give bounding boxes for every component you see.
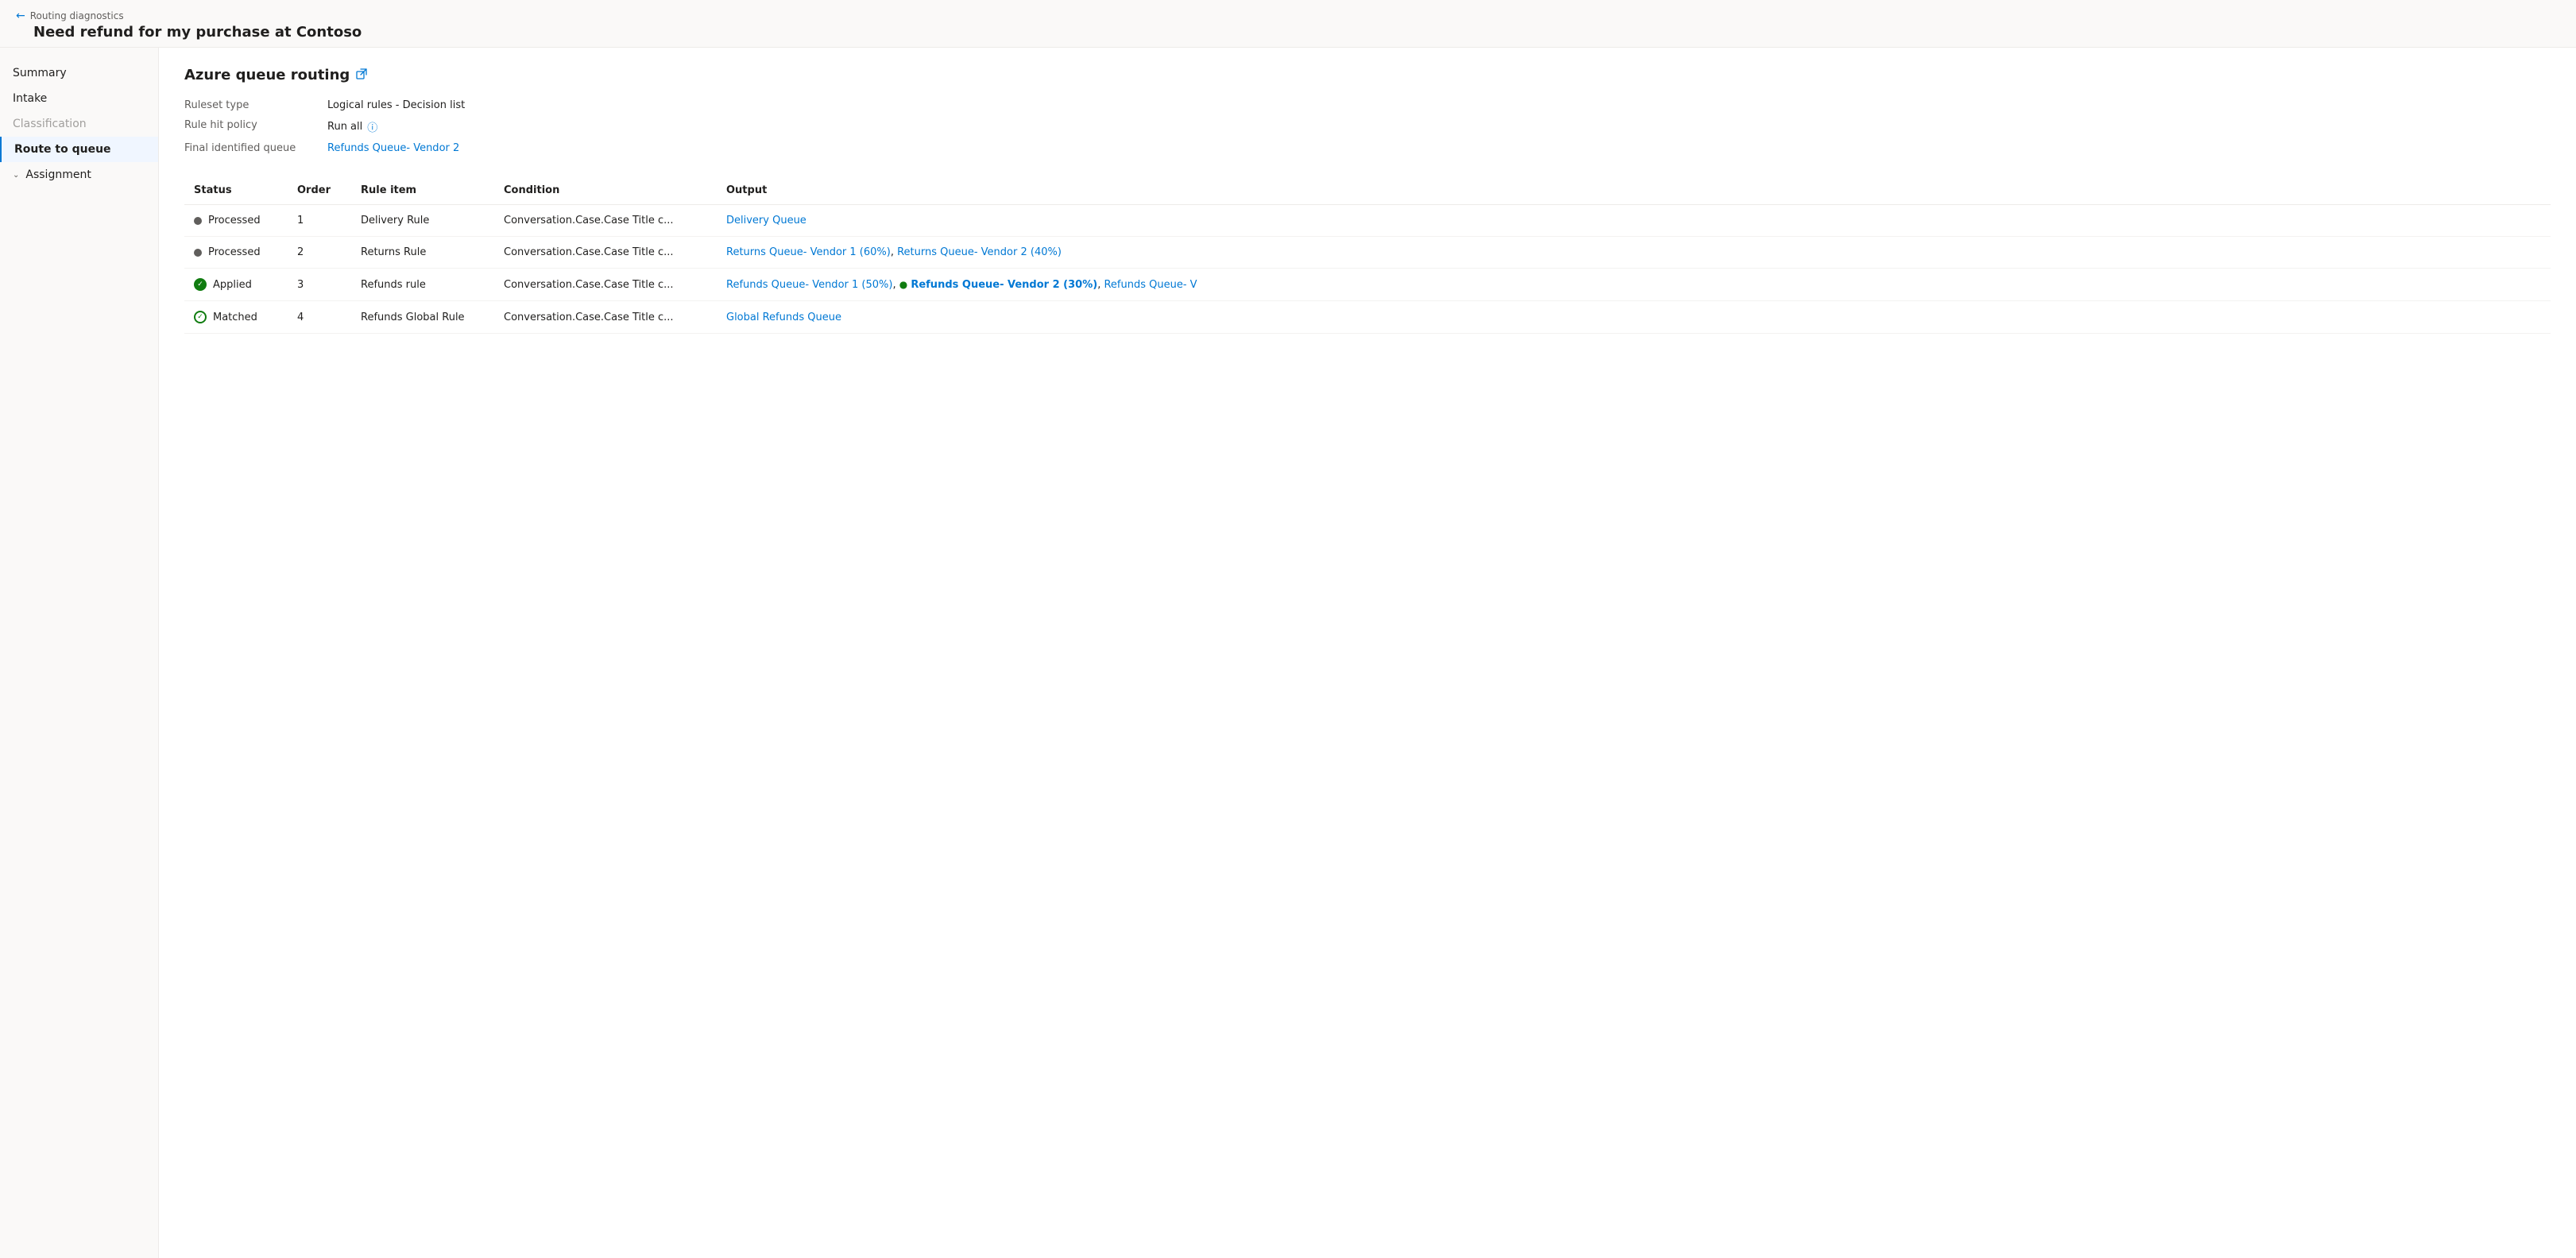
status-cell: Processed — [194, 246, 278, 258]
run-all-text: Run all — [327, 121, 362, 133]
status-label: Processed — [208, 246, 261, 258]
info-grid: Ruleset type Logical rules - Decision li… — [184, 99, 2551, 154]
field-label-rule-hit-policy: Rule hit policy — [184, 119, 327, 134]
output-separator: , — [892, 279, 899, 291]
sidebar-item-intake[interactable]: Intake — [0, 86, 158, 111]
status-dot-processed — [194, 249, 202, 257]
output-link[interactable]: Delivery Queue — [726, 215, 806, 226]
content-area: Azure queue routing Ruleset type Logical… — [159, 48, 2576, 1258]
field-value-final-queue[interactable]: Refunds Queue- Vendor 2 — [327, 142, 2551, 154]
col-header-condition: Condition — [494, 176, 717, 205]
section-title: Azure queue routing — [184, 67, 2551, 83]
status-check-matched: ✓ — [194, 311, 207, 323]
output-link-refunds-vendorv[interactable]: Refunds Queue- V — [1104, 279, 1197, 291]
field-value-rule-hit-policy: Run all ⓘ — [327, 119, 2551, 134]
output-cell: Returns Queue- Vendor 1 (60%), Returns Q… — [717, 237, 2551, 269]
header: ← Routing diagnostics Need refund for my… — [0, 0, 2576, 48]
col-header-rule-item: Rule item — [351, 176, 494, 205]
applied-check-icon: ● — [899, 279, 907, 290]
table-row: Processed 1 Delivery Rule Conversation.C… — [184, 205, 2551, 237]
status-label: Matched — [213, 312, 257, 323]
table-row: Processed 2 Returns Rule Conversation.Ca… — [184, 237, 2551, 269]
order-cell: 4 — [288, 301, 351, 334]
output-cell: Global Refunds Queue — [717, 301, 2551, 334]
sidebar-item-label: Classification — [13, 118, 87, 130]
output-link-global[interactable]: Global Refunds Queue — [726, 312, 841, 323]
rule-item-cell: Refunds rule — [351, 269, 494, 301]
col-header-output: Output — [717, 176, 2551, 205]
rules-table: Status Order Rule item Condition Output — [184, 176, 2551, 334]
output-cell: Delivery Queue — [717, 205, 2551, 237]
external-link-icon[interactable] — [356, 68, 367, 83]
status-cell: Processed — [194, 215, 278, 226]
field-label-final-queue: Final identified queue — [184, 142, 327, 154]
rule-item-cell: Refunds Global Rule — [351, 301, 494, 334]
col-header-status: Status — [184, 176, 288, 205]
status-cell: ✓ Matched — [194, 311, 278, 323]
sidebar-item-assignment[interactable]: ⌄ Assignment — [0, 162, 158, 188]
order-cell: 2 — [288, 237, 351, 269]
sidebar-item-route-to-queue[interactable]: Route to queue — [0, 137, 158, 162]
order-cell: 3 — [288, 269, 351, 301]
field-label-ruleset-type: Ruleset type — [184, 99, 327, 111]
app-container: ← Routing diagnostics Need refund for my… — [0, 0, 2576, 1258]
status-label: Processed — [208, 215, 261, 226]
main-layout: Summary Intake Classification Route to q… — [0, 48, 2576, 1258]
breadcrumb-text: Routing diagnostics — [30, 10, 124, 21]
sidebar-item-label: Assignment — [25, 168, 91, 181]
sidebar-item-label: Summary — [13, 67, 67, 79]
rule-item-cell: Returns Rule — [351, 237, 494, 269]
back-button[interactable]: ← — [16, 10, 25, 22]
status-label: Applied — [213, 279, 252, 291]
sidebar: Summary Intake Classification Route to q… — [0, 48, 159, 1258]
condition-cell: Conversation.Case.Case Title c... — [494, 301, 717, 334]
table-row: ✓ Matched 4 Refunds Global Rule Conversa… — [184, 301, 2551, 334]
table-row: ✓ Applied 3 Refunds rule Conversation.Ca… — [184, 269, 2551, 301]
page-title: Need refund for my purchase at Contoso — [33, 24, 2560, 41]
sidebar-item-classification: Classification — [0, 111, 158, 137]
output-link-refunds-vendor2[interactable]: Refunds Queue- Vendor 2 (30%) — [911, 279, 1097, 291]
section-title-text: Azure queue routing — [184, 67, 350, 83]
rule-item-cell: Delivery Rule — [351, 205, 494, 237]
chevron-down-icon: ⌄ — [13, 171, 19, 180]
condition-cell: Conversation.Case.Case Title c... — [494, 269, 717, 301]
order-cell: 1 — [288, 205, 351, 237]
sidebar-item-summary[interactable]: Summary — [0, 60, 158, 86]
field-value-ruleset-type: Logical rules - Decision list — [327, 99, 2551, 111]
output-link-2[interactable]: Returns Queue- Vendor 2 (40%) — [897, 246, 1062, 258]
status-check-applied: ✓ — [194, 278, 207, 291]
sidebar-item-label: Route to queue — [14, 143, 111, 156]
condition-cell: Conversation.Case.Case Title c... — [494, 205, 717, 237]
info-icon[interactable]: ⓘ — [367, 119, 377, 134]
output-separator: , — [891, 246, 897, 258]
status-dot-processed — [194, 217, 202, 225]
output-cell: Refunds Queue- Vendor 1 (50%), ● Refunds… — [717, 269, 2551, 301]
output-link-1[interactable]: Returns Queue- Vendor 1 (60%) — [726, 246, 891, 258]
output-link-refunds-vendor1[interactable]: Refunds Queue- Vendor 1 (50%) — [726, 279, 892, 291]
condition-cell: Conversation.Case.Case Title c... — [494, 237, 717, 269]
status-cell: ✓ Applied — [194, 278, 278, 291]
col-header-order: Order — [288, 176, 351, 205]
sidebar-item-label: Intake — [13, 92, 47, 105]
breadcrumb: ← Routing diagnostics — [16, 10, 2560, 22]
